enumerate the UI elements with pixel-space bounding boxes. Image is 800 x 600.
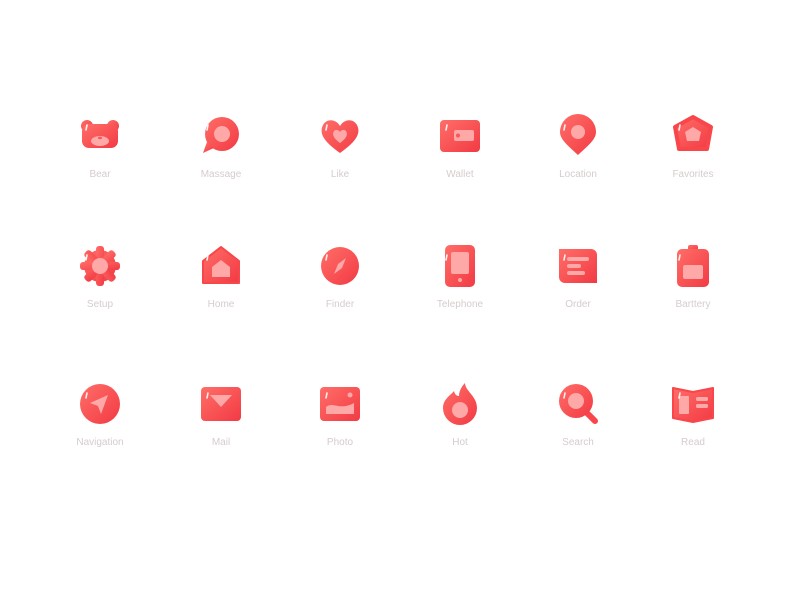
icon-label: Bear <box>89 169 111 180</box>
icon-item-setup[interactable]: Setup <box>50 243 150 310</box>
icon-label: Wallet <box>446 169 474 180</box>
gear-icon <box>80 246 120 286</box>
icon-label: Finder <box>325 299 355 310</box>
heart-icon <box>321 120 359 153</box>
icon-item-hot[interactable]: Hot <box>410 381 510 448</box>
icon-label: Setup <box>86 299 114 310</box>
location-icon <box>560 114 596 155</box>
icon-label: Mail <box>211 437 231 448</box>
message-icon <box>203 117 239 153</box>
icon-label: Home <box>207 299 235 310</box>
star-icon <box>673 115 713 151</box>
photo-icon <box>320 387 360 421</box>
icon-label: Search <box>562 437 594 448</box>
icon-item-barttery[interactable]: Barttery <box>643 243 743 310</box>
home-icon <box>202 246 240 284</box>
icon-item-massage[interactable]: Massage <box>171 113 271 180</box>
bear-icon <box>81 120 119 148</box>
icon-label: Massage <box>200 169 242 180</box>
battery-icon <box>677 245 709 287</box>
icon-item-like[interactable]: Like <box>290 113 390 180</box>
icon-label: Telephone <box>436 299 484 310</box>
icon-item-photo[interactable]: Photo <box>290 381 390 448</box>
icon-item-home[interactable]: Home <box>171 243 271 310</box>
icon-label: Hot <box>452 437 468 448</box>
icon-item-search[interactable]: Search <box>528 381 628 448</box>
wallet-icon <box>440 120 480 152</box>
icon-item-order[interactable]: Order <box>528 243 628 310</box>
icon-item-telephone[interactable]: Telephone <box>410 243 510 310</box>
order-icon <box>559 249 597 283</box>
icon-item-wallet[interactable]: Wallet <box>410 113 510 180</box>
icon-item-read[interactable]: Read <box>643 381 743 448</box>
search-icon <box>559 384 598 424</box>
icon-label: Barttery <box>675 299 711 310</box>
icon-label: Photo <box>326 437 354 448</box>
icon-label: Read <box>681 437 705 448</box>
phone-icon <box>445 245 475 287</box>
icon-label: Location <box>559 169 597 180</box>
icon-item-mail[interactable]: Mail <box>171 381 271 448</box>
icon-item-favorites[interactable]: Favorites <box>643 113 743 180</box>
icon-label: Navigation <box>76 437 124 448</box>
mail-icon <box>201 387 241 421</box>
icon-item-location[interactable]: Location <box>528 113 628 180</box>
icon-item-navigation[interactable]: Navigation <box>50 381 150 448</box>
fire-icon <box>443 383 477 425</box>
navigation-icon <box>80 384 120 424</box>
icon-label: Order <box>565 299 591 310</box>
icon-item-bear[interactable]: Bear <box>50 113 150 180</box>
icon-label: Favorites <box>672 169 714 180</box>
icon-label: Like <box>330 169 350 180</box>
icon-item-finder[interactable]: Finder <box>290 243 390 310</box>
book-icon <box>672 387 714 423</box>
compass-icon <box>321 247 359 285</box>
